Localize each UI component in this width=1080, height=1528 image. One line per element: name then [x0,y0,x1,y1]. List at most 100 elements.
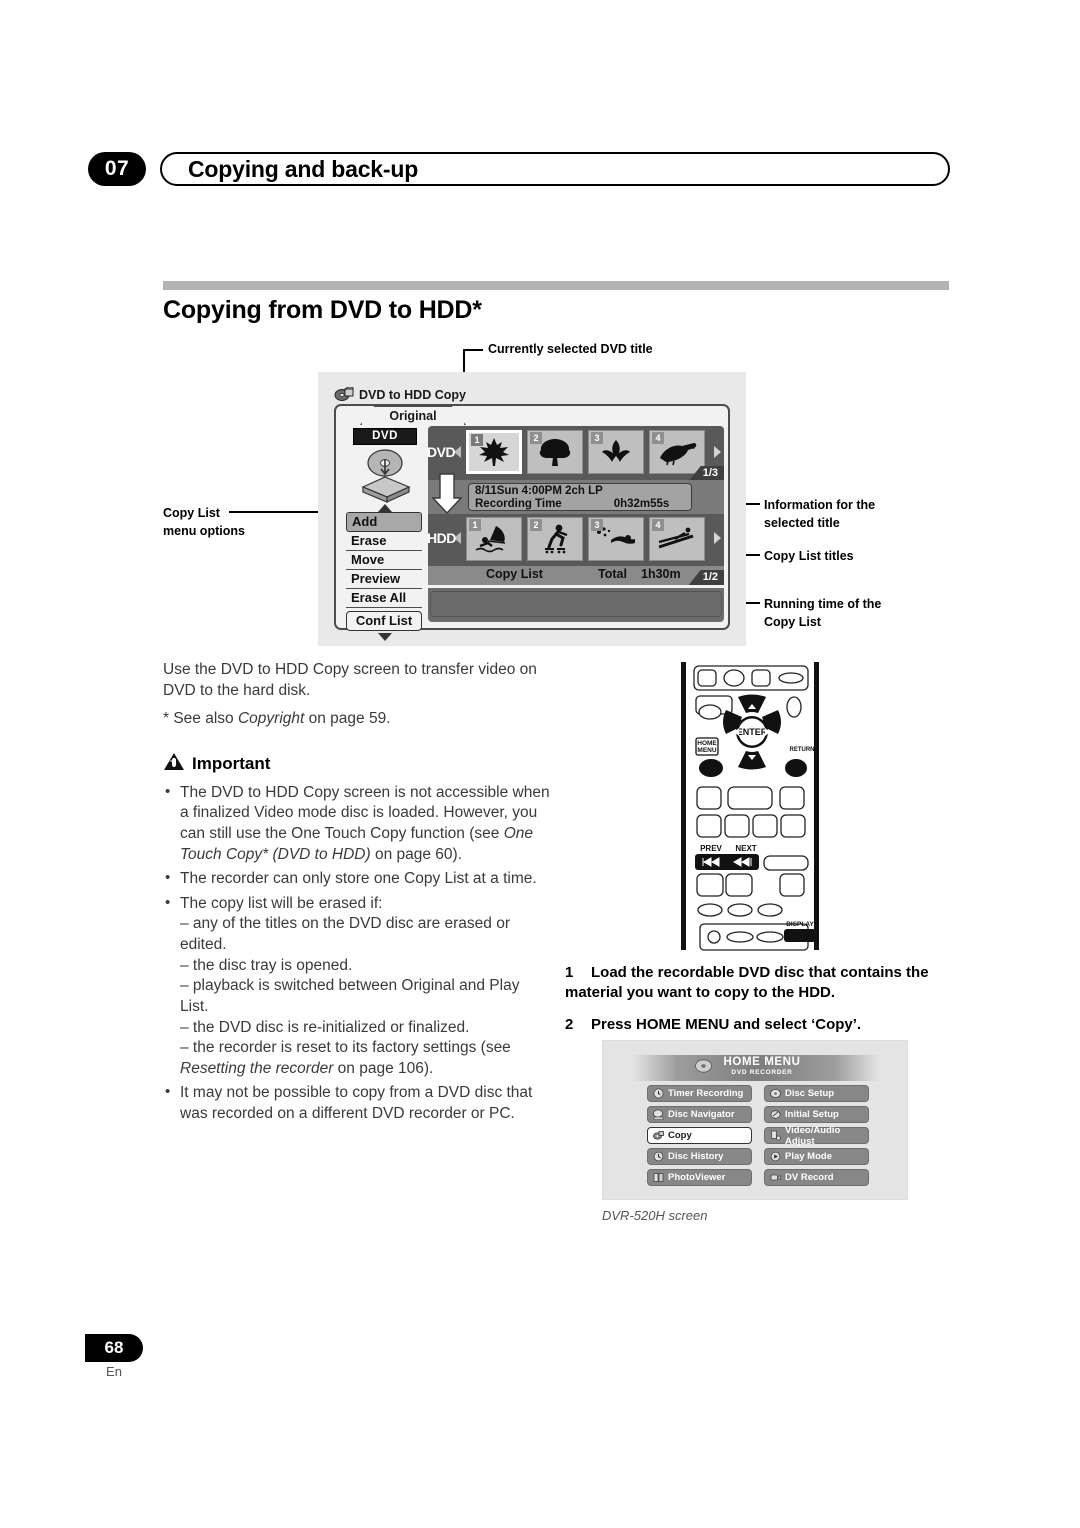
hdd-thumbnails: 1 2 3 4 [466,517,705,561]
home-menu-item-dv-record[interactable]: DV Record [764,1169,869,1186]
chapter-number-badge: 07 [88,152,146,186]
disc-icon [770,1088,781,1099]
remote-button [696,814,722,838]
remote-button [727,786,773,810]
home-menu-item-disc-setup[interactable]: Disc Setup [764,1085,869,1102]
footnote-pre: * See also [163,710,238,728]
remote-button [752,814,778,838]
menu-option-move[interactable]: Move [346,551,422,570]
home-menu-item-label: Disc History [668,1151,724,1162]
home-menu-header-band: HOME MENU DVD RECORDER [633,1055,879,1081]
home-menu-item-play-mode[interactable]: Play Mode [764,1148,869,1165]
home-menu-item-initial-setup[interactable]: Initial Setup [764,1106,869,1123]
photoviewer-icon [653,1172,664,1183]
disc-copy-icon [334,386,354,403]
thumbnail-number: 4 [652,432,664,444]
tab-original[interactable]: Original [360,406,466,426]
step-2-number: 2 [565,1015,574,1033]
home-menu-screenshot-wrapper: HOME MENU DVD RECORDER Timer Recording D… [602,1040,908,1223]
remote-button [756,931,784,943]
copy-list-menu-column: DVD Add Erase Move Preview Erase All Con… [346,428,424,641]
dvd-thumbnail-3[interactable]: 3 [588,430,644,474]
scroll-right-arrow-icon[interactable] [714,446,721,458]
home-menu-item-disc-history[interactable]: Disc History [647,1148,752,1165]
bullet-3-dash-1: – any of the titles on the DVD disc are … [180,915,510,954]
copy-screen-figure-box: DVD to HDD Copy Original DVD Add Erase M… [318,372,746,646]
thumbnail-number: 2 [530,519,542,531]
disc-navigator-icon [653,1109,664,1120]
conf-list-button[interactable]: Conf List [346,611,422,631]
home-menu-item-label: Play Mode [785,1151,832,1162]
dvd-to-hdd-copy-figure: Currently selected DVD title Copy List m… [163,336,953,646]
remote-button [696,873,724,897]
intro-paragraph: Use the DVD to HDD Copy screen to transf… [163,661,537,699]
menu-option-erase-all[interactable]: Erase All [346,589,422,608]
dvd-thumbnail-1[interactable]: 1 [466,430,522,474]
remote-control-illustration: ENTER HOME MENU RETURN PREV NEXT DISPLAY [676,660,824,952]
selected-title-info-bar: 8/11Sun 4:00PM 2ch LP Recording Time 0h3… [428,473,724,515]
adjust-sliders-icon [770,1130,781,1141]
scroll-right-arrow-icon[interactable] [714,532,721,544]
remote-button [786,696,802,718]
hdd-thumbnail-3[interactable]: 3 [588,517,644,561]
hdd-page-indicator: 1/2 [688,570,724,585]
menu-option-erase[interactable]: Erase [346,532,422,551]
cursor-up-button [738,694,766,713]
enter-label: ENTER [737,727,768,737]
section-divider-rule [163,281,949,290]
remote-button [779,786,805,810]
remote-button [707,930,721,944]
disc-to-drive-icon [353,447,417,503]
dvd-row-label: DVD [427,444,456,460]
svg-text:PREV: PREV [700,844,722,853]
svg-text:NEXT: NEXT [735,844,756,853]
page-header: 07 Copying and back-up [88,152,950,188]
remote-button [724,814,750,838]
list-item: The recorder can only store one Copy Lis… [163,868,551,890]
screen-title: DVD to HDD Copy [359,388,466,402]
home-menu-title: HOME MENU [723,1056,801,1068]
dvd-thumbnail-2[interactable]: 2 [527,430,583,474]
scroll-up-arrow-icon[interactable] [378,504,392,512]
home-menu-item-label: PhotoViewer [668,1172,726,1183]
display-button [784,929,816,942]
recording-time-label: Recording Time [475,498,562,510]
remote-button [725,873,753,897]
bullet-3-dash-2: – the disc tray is opened. [180,956,353,974]
copy-screen-footer-bar [428,588,724,622]
menu-option-add[interactable]: Add [346,512,422,532]
remote-button [696,786,722,810]
hdd-thumbnail-1[interactable]: 1 [466,517,522,561]
dvd-thumbnail-4[interactable]: 4 [649,430,705,474]
svg-text:DISPLAY: DISPLAY [786,921,814,928]
remote-button [779,873,805,897]
menu-option-preview[interactable]: Preview [346,570,422,589]
home-menu-item-label: DV Record [785,1172,834,1183]
remote-button [723,669,745,687]
language-code: En [106,1364,122,1379]
copy-list-total-label: Total [598,567,627,581]
home-menu-item-label: Timer Recording [668,1088,744,1099]
hdd-thumbnail-4[interactable]: 4 [649,517,705,561]
copy-list-label: Copy List [486,567,543,581]
copy-screen-footer-inner [430,591,722,617]
home-menu-item-video-audio-adjust[interactable]: Video/Audio Adjust [764,1125,869,1147]
source-disc-badge: DVD [353,428,417,445]
footnote-post: on page 59. [304,710,391,728]
home-menu-item-disc-navigator[interactable]: Disc Navigator [647,1106,752,1123]
screen-title-row: DVD to HDD Copy [334,386,466,403]
home-menu-item-photoviewer[interactable]: PhotoViewer [647,1169,752,1186]
home-menu-item-timer-recording[interactable]: Timer Recording [647,1085,752,1102]
bullet-3-dash-4: – the DVD disc is re-initialized or fina… [180,1018,470,1036]
scroll-down-arrow-icon[interactable] [378,633,392,641]
copy-icon [653,1130,664,1141]
hdd-thumbnail-2[interactable]: 2 [527,517,583,561]
svg-text:HOME: HOME [697,740,717,747]
remote-button [698,704,722,720]
play-mode-icon [770,1151,781,1162]
thumbnail-number: 3 [591,432,603,444]
remote-button [751,669,771,687]
home-menu-item-copy[interactable]: Copy [647,1127,752,1144]
bullet-3-dash-3: – playback is switched between Original … [180,977,520,1015]
bullet-3-dash-5: – the recorder is reset to its factory s… [180,1038,551,1079]
